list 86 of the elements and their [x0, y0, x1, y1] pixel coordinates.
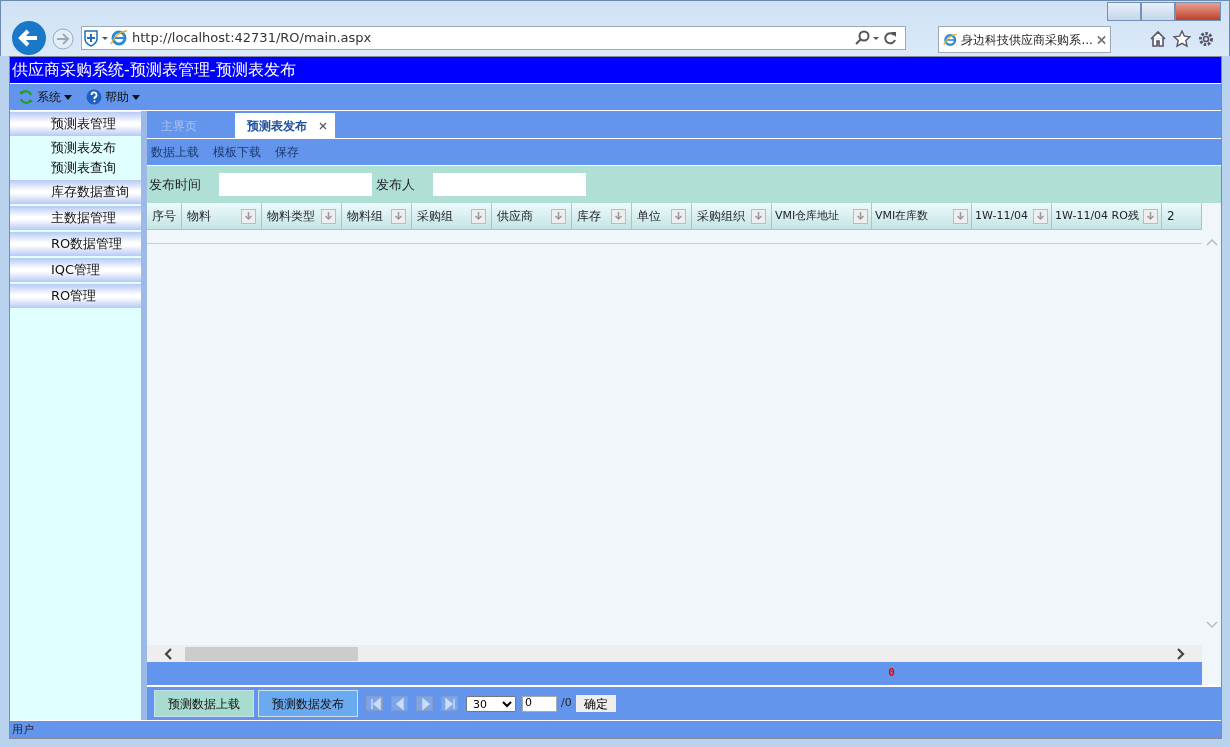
column-menu-icon[interactable]	[471, 208, 486, 224]
horizontal-scrollbar[interactable]	[147, 645, 1202, 662]
column-menu-icon[interactable]	[1033, 208, 1048, 224]
scroll-left-icon[interactable]	[163, 647, 175, 660]
sidebar-group[interactable]: RO数据管理	[10, 232, 141, 256]
maximize-button[interactable]	[1141, 2, 1175, 21]
caret-icon	[64, 94, 72, 100]
sidebar-group[interactable]: 库存数据查询	[10, 180, 141, 204]
help-icon	[86, 89, 102, 105]
scroll-down-icon[interactable]	[1205, 621, 1218, 629]
column-header[interactable]: 库存	[572, 203, 632, 229]
scroll-right-icon[interactable]	[1174, 647, 1186, 660]
browser-tab[interactable]: 身边科技供应商采购系...	[938, 26, 1111, 53]
refresh-icon	[18, 89, 34, 105]
forward-button[interactable]	[52, 28, 74, 50]
filter-label: 发布人	[376, 175, 415, 194]
search-icon[interactable]	[855, 30, 871, 46]
column-menu-icon[interactable]	[853, 208, 868, 224]
menu-button[interactable]: 系统	[18, 88, 72, 106]
action-button[interactable]: 预测数据发布	[258, 690, 358, 717]
sidebar-group[interactable]: 预测表管理	[10, 112, 141, 136]
shield-icon	[82, 28, 110, 48]
column-header[interactable]: 物料	[182, 203, 262, 229]
refresh-icon[interactable]	[881, 30, 899, 46]
next-page-button[interactable]	[416, 696, 433, 711]
last-page-button[interactable]	[441, 696, 458, 711]
column-header[interactable]: 1W-11/04 RO残	[1052, 203, 1162, 229]
first-page-button[interactable]	[366, 696, 383, 711]
tab[interactable]: 预测表发布	[235, 113, 335, 138]
address-bar[interactable]: http://localhost:42731/RO/main.aspx	[81, 26, 906, 50]
caret-icon	[132, 94, 140, 100]
scroll-up-icon[interactable]	[1205, 238, 1218, 246]
toolbar-button[interactable]: 数据上载	[151, 143, 199, 161]
home-icon[interactable]	[1149, 30, 1167, 48]
sidebar-group[interactable]: IQC管理	[10, 258, 141, 282]
close-icon[interactable]	[319, 121, 327, 130]
ie-icon	[110, 29, 128, 47]
column-header[interactable]: 序号	[147, 203, 182, 229]
close-icon[interactable]	[1096, 34, 1106, 45]
column-header[interactable]: 采购组	[412, 203, 492, 229]
sidebar-item[interactable]: 预测表查询	[10, 158, 141, 178]
sidebar-item[interactable]: 预测表发布	[10, 138, 141, 158]
column-menu-icon[interactable]	[611, 208, 626, 224]
column-header[interactable]: VMI在库数	[872, 203, 972, 229]
column-header[interactable]: 供应商	[492, 203, 572, 229]
url-text: http://localhost:42731/RO/main.aspx	[132, 29, 372, 48]
app-title: 供应商采购系统-预测表管理-预测表发布	[10, 57, 1221, 83]
column-header[interactable]: 物料类型	[262, 203, 342, 229]
tab-title: 身边科技供应商采购系...	[961, 31, 1093, 49]
confirm-button[interactable]: 确定	[575, 695, 616, 712]
page-input[interactable]: 0	[522, 695, 557, 712]
column-header[interactable]: 2	[1162, 203, 1202, 229]
sidebar-group[interactable]: 主数据管理	[10, 206, 141, 230]
column-header[interactable]: 1W-11/04	[972, 203, 1052, 229]
column-header[interactable]: 采购组织	[692, 203, 772, 229]
back-button[interactable]	[11, 20, 47, 56]
filter-input[interactable]	[433, 173, 586, 196]
column-header[interactable]: VMI仓库地址	[772, 203, 872, 229]
sidebar-group[interactable]: RO管理	[10, 284, 141, 308]
menu-button[interactable]: 帮助	[86, 88, 140, 106]
filter-input[interactable]	[219, 173, 372, 196]
column-menu-icon[interactable]	[551, 208, 566, 224]
total-value: 0	[888, 665, 895, 682]
ie-icon	[943, 31, 958, 48]
column-header[interactable]: 物料组	[342, 203, 412, 229]
action-button[interactable]: 预测数据上载	[154, 690, 254, 717]
column-header[interactable]: 单位	[632, 203, 692, 229]
column-menu-icon[interactable]	[321, 208, 336, 224]
filter-label: 发布时间	[149, 175, 201, 194]
column-menu-icon[interactable]	[953, 208, 968, 224]
previous-page-button[interactable]	[391, 696, 408, 711]
page-total: /0	[561, 695, 572, 712]
close-button[interactable]	[1175, 2, 1221, 21]
column-menu-icon[interactable]	[241, 208, 256, 224]
minimize-button[interactable]	[1107, 2, 1141, 21]
star-icon[interactable]	[1173, 30, 1191, 48]
page-size-select[interactable]: 30	[466, 695, 516, 712]
toolbar-button[interactable]: 保存	[275, 143, 299, 161]
settings-icon[interactable]	[1197, 30, 1215, 48]
column-menu-icon[interactable]	[1143, 208, 1158, 224]
column-menu-icon[interactable]	[751, 208, 766, 224]
status-text: 用户	[10, 720, 1221, 738]
column-menu-icon[interactable]	[391, 208, 406, 224]
scrollbar-thumb[interactable]	[185, 646, 358, 661]
column-menu-icon[interactable]	[671, 208, 686, 224]
toolbar-button[interactable]: 模板下载	[213, 143, 261, 161]
